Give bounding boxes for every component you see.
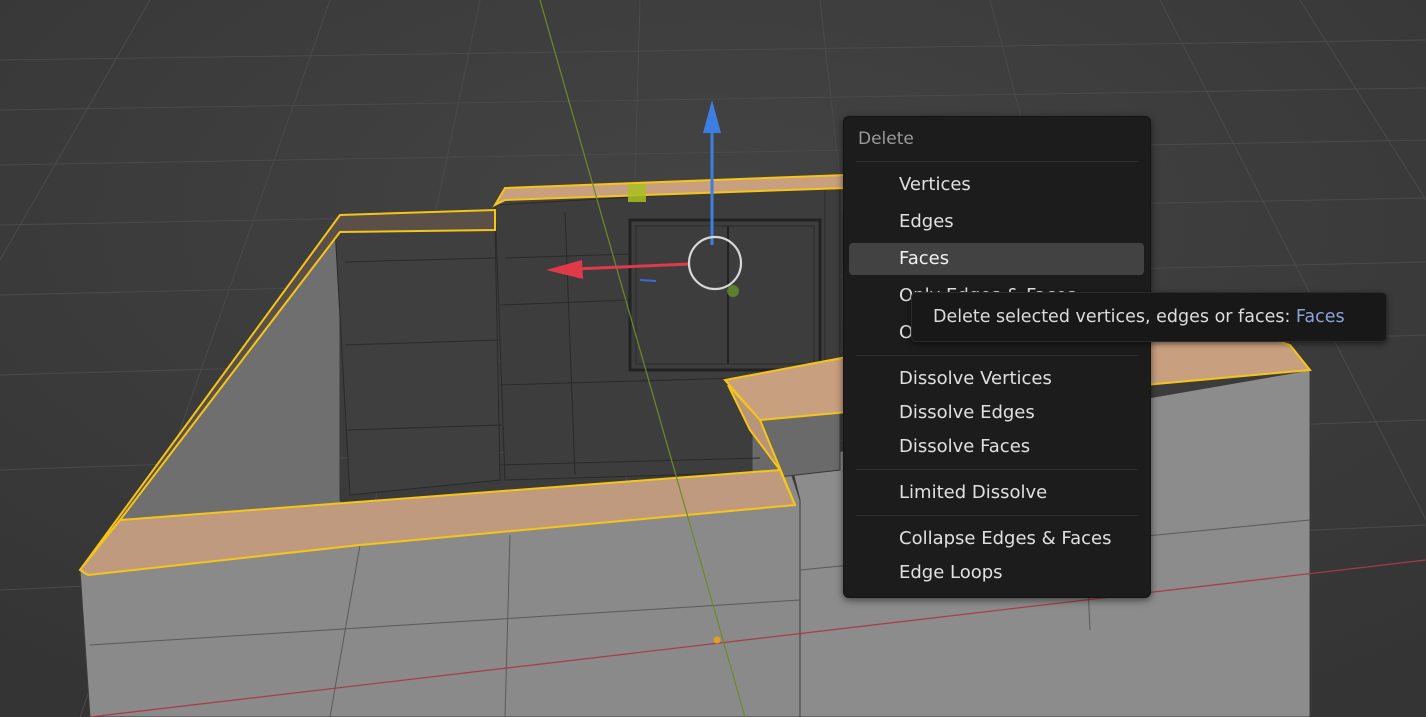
menu-item-limited-dissolve[interactable]: Limited Dissolve <box>849 477 1144 509</box>
menu-separator <box>856 515 1138 516</box>
menu-separator <box>856 161 1138 162</box>
delete-menu: Delete Vertices Edges Faces Only Edges &… <box>843 116 1151 598</box>
3d-viewport[interactable] <box>0 0 1426 717</box>
menu-item-edge-loops[interactable]: Edge Loops <box>849 557 1144 589</box>
menu-item-dissolve-faces[interactable]: Dissolve Faces <box>849 431 1144 463</box>
wall-back-inner <box>334 221 501 496</box>
menu-separator <box>856 469 1138 470</box>
tooltip-highlight: Faces <box>1295 307 1345 327</box>
menu-item-faces[interactable]: Faces <box>849 243 1144 275</box>
viewport-scene <box>0 0 1426 717</box>
menu-item-dissolve-vertices[interactable]: Dissolve Vertices <box>849 363 1144 395</box>
menu-separator <box>856 355 1138 356</box>
3d-cursor-origin <box>713 636 721 644</box>
selected-vertex-marker <box>628 184 646 202</box>
faces-tooltip: Delete selected vertices, edges or faces… <box>911 292 1387 342</box>
menu-item-edges[interactable]: Edges <box>849 206 1144 238</box>
menu-title: Delete <box>858 129 914 149</box>
menu-item-vertices[interactable]: Vertices <box>849 169 1144 201</box>
tooltip-text: Delete selected vertices, edges or faces… <box>933 307 1296 327</box>
menu-item-dissolve-edges[interactable]: Dissolve Edges <box>849 397 1144 429</box>
menu-item-collapse-edges-faces[interactable]: Collapse Edges & Faces <box>849 523 1144 555</box>
